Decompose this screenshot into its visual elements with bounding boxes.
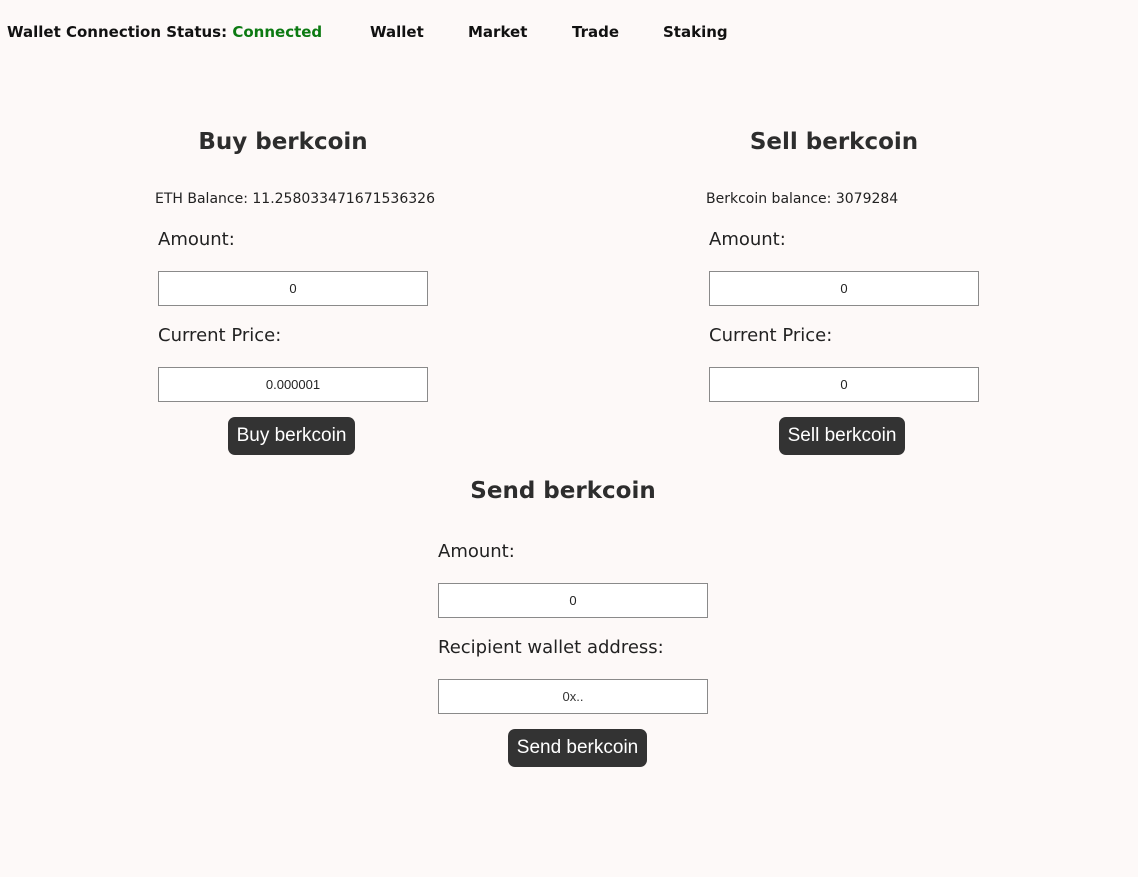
sell-amount-input[interactable] xyxy=(709,271,979,306)
eth-balance: ETH Balance: 11.258033471671536326 xyxy=(155,191,435,207)
sell-price-input[interactable] xyxy=(709,367,979,402)
wallet-connection-status: Wallet Connection Status: Connected xyxy=(7,23,322,41)
sell-title: Sell berkcoin xyxy=(749,129,919,155)
sell-button[interactable]: Sell berkcoin xyxy=(779,417,905,455)
send-button[interactable]: Send berkcoin xyxy=(508,729,647,767)
nav-trade[interactable]: Trade xyxy=(572,23,619,41)
send-amount-label: Amount: xyxy=(438,541,515,562)
buy-amount-label: Amount: xyxy=(158,229,235,250)
recipient-address-input[interactable] xyxy=(438,679,708,714)
buy-amount-input[interactable] xyxy=(158,271,428,306)
buy-price-input[interactable] xyxy=(158,367,428,402)
berkcoin-balance: Berkcoin balance: 3079284 xyxy=(706,191,899,207)
top-bar: Wallet Connection Status: Connected Wall… xyxy=(0,0,1138,64)
nav-market[interactable]: Market xyxy=(468,23,527,41)
buy-title: Buy berkcoin xyxy=(198,129,368,155)
nav-staking[interactable]: Staking xyxy=(663,23,728,41)
buy-button[interactable]: Buy berkcoin xyxy=(228,417,355,455)
recipient-label: Recipient wallet address: xyxy=(438,637,664,658)
sell-price-label: Current Price: xyxy=(709,325,833,346)
buy-price-label: Current Price: xyxy=(158,325,282,346)
send-amount-input[interactable] xyxy=(438,583,708,618)
send-title: Send berkcoin xyxy=(470,478,656,504)
status-label: Wallet Connection Status: xyxy=(7,23,228,41)
sell-amount-label: Amount: xyxy=(709,229,786,250)
nav-wallet[interactable]: Wallet xyxy=(370,23,424,41)
status-value: Connected xyxy=(232,23,323,41)
